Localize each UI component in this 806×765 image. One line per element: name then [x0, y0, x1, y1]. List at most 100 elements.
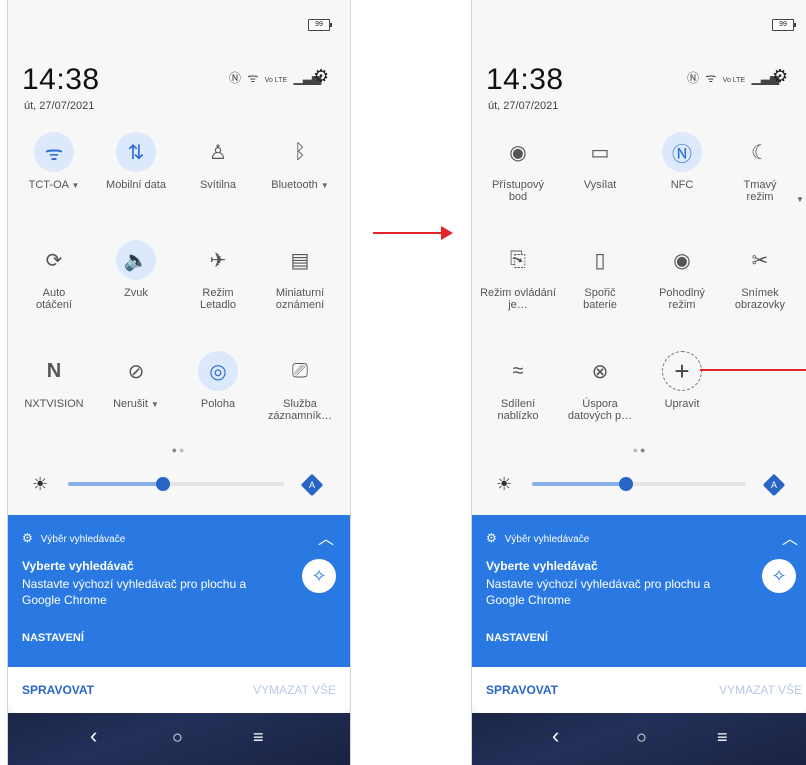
wifi-status-icon: ᯤ	[705, 71, 717, 85]
brightness-fill	[68, 482, 164, 486]
clock: 14:38	[486, 63, 564, 96]
brightness-slider-thumb[interactable]	[619, 477, 634, 491]
brightness-slider-thumb[interactable]	[156, 477, 171, 491]
airplane-icon: ✈	[209, 249, 227, 272]
tile-nearby-share[interactable]: ≈ Sdílení nablízko	[478, 351, 558, 423]
tile-label: Miniaturní oznámení	[275, 287, 325, 311]
battery-icon: 99	[772, 19, 796, 31]
nfc-status-icon: Ⓝ	[687, 71, 700, 85]
settings-gear-icon: ⚙	[486, 531, 497, 545]
tile-label: Upravit	[664, 398, 700, 410]
brightness-slider[interactable]	[532, 482, 746, 486]
tile-nxtvision[interactable]: N NXTVISION	[14, 351, 94, 411]
date: út, 27/07/2021	[24, 100, 95, 112]
settings-gear-icon[interactable]: ⚙	[313, 66, 329, 87]
chevron-up-icon[interactable]: ︿	[318, 525, 334, 549]
notification-actions-bar: SPRAVOVAT VYMAZAT VŠE	[472, 667, 806, 713]
clock: 14:38	[22, 63, 100, 96]
auto-rotate-icon: ⟳	[45, 249, 63, 272]
clear-all-button[interactable]: VYMAZAT VŠE	[719, 683, 802, 697]
lte-status-icon: Vo LTE	[264, 77, 288, 84]
auto-brightness-icon[interactable]: A	[762, 473, 786, 497]
tile-hotspot[interactable]: ◉ Přístupový bod	[478, 132, 558, 204]
manage-button[interactable]: SPRAVOVAT	[22, 683, 94, 697]
flashlight-icon: ♙	[209, 141, 227, 164]
tile-label: Úspora datových p…	[567, 398, 633, 422]
tile-do-not-disturb[interactable]: ⊘ Nerušit ▼	[96, 351, 176, 411]
tile-screenshot[interactable]: ✂ Snímek obrazovky	[720, 240, 800, 312]
home-icon[interactable]: ○	[636, 727, 647, 748]
tile-battery-saver[interactable]: ▯ Spořič baterie	[560, 240, 640, 312]
home-icon[interactable]: ○	[172, 727, 183, 748]
manage-button[interactable]: SPRAVOVAT	[486, 683, 558, 697]
auto-brightness-label: A	[308, 479, 316, 490]
tile-auto-rotate[interactable]: ⟳ Auto otáčení	[14, 240, 94, 312]
brightness-icon: ☀	[32, 474, 49, 494]
recents-icon[interactable]: ≡	[253, 727, 264, 748]
chevron-up-icon[interactable]: ︿	[782, 525, 798, 549]
cast-icon: ▭	[590, 141, 610, 164]
tile-edit[interactable]: + Upravit	[642, 351, 722, 410]
control-mode-icon: ⎘	[510, 248, 526, 271]
tile-label: Sdílení nablízko	[497, 398, 539, 422]
mini-notification-icon: ▤	[290, 249, 310, 272]
moon-icon: ☾	[751, 141, 769, 164]
settings-action-button[interactable]: NASTAVENÍ	[486, 632, 548, 644]
brightness-slider[interactable]	[68, 482, 284, 486]
lte-status-icon: Vo LTE	[722, 77, 746, 84]
notification-app-name: Výběr vyhledávače	[40, 534, 126, 545]
dropdown-caret-icon[interactable]: ▼	[151, 400, 159, 409]
annotation-pointer-line	[700, 369, 806, 371]
tile-sound[interactable]: 🔈 Zvuk	[96, 240, 176, 299]
auto-brightness-icon[interactable]: A	[300, 473, 324, 497]
nxtvision-icon: N	[46, 359, 62, 382]
dropdown-caret-icon[interactable]: ▼	[321, 181, 329, 190]
tile-mobile-data[interactable]: ⇅ Mobilní data	[96, 132, 176, 191]
tile-mini-notifications[interactable]: ▤ Miniaturní oznámení	[260, 240, 340, 312]
tile-label: Poloha	[200, 398, 236, 410]
tile-screen-recorder[interactable]: ⎚ Služba záznamník…	[260, 351, 340, 423]
battery-saver-icon: ▯	[594, 249, 606, 272]
tile-label: Režim ovládání je…	[480, 287, 556, 311]
hotspot-icon: ◉	[509, 141, 527, 164]
date: út, 27/07/2021	[488, 100, 559, 112]
notification-card[interactable]: ⚙ Výběr vyhledávače ︿ Vyberte vyhledávač …	[8, 515, 350, 667]
location-icon: ◎	[198, 351, 238, 391]
tile-comfort-mode[interactable]: ◉ Pohodlný režim	[642, 240, 722, 312]
dropdown-caret-icon[interactable]: ▼	[796, 195, 804, 204]
plus-icon: +	[662, 351, 702, 391]
tile-label: Mobilní data	[106, 179, 166, 191]
tile-nfc[interactable]: Ⓝ NFC	[642, 132, 722, 191]
tile-location[interactable]: ◎ Poloha	[178, 351, 258, 410]
tile-control-mode[interactable]: ⎘ Režim ovládání je…	[478, 240, 558, 312]
back-icon[interactable]: ‹	[90, 723, 97, 749]
speaker-icon: 🔈	[116, 240, 156, 280]
notification-card[interactable]: ⚙ Výběr vyhledávače ︿ Vyberte vyhledávač …	[472, 515, 806, 667]
tile-dark-mode[interactable]: ☾ Tmavý režim	[720, 132, 800, 204]
tile-cast[interactable]: ▭ Vysílat	[560, 132, 640, 192]
tile-label: Přístupový bod	[492, 179, 544, 203]
tile-flashlight[interactable]: ♙ Svítilna	[178, 132, 258, 192]
back-icon[interactable]: ‹	[552, 723, 559, 749]
tile-airplane-mode[interactable]: ✈ Režim Letadlo	[178, 240, 258, 312]
tile-label: Auto otáčení	[35, 287, 73, 311]
screenshot-icon: ✂	[751, 249, 769, 272]
tile-data-saver[interactable]: ⊗ Úspora datových p…	[560, 351, 640, 423]
settings-action-button[interactable]: NASTAVENÍ	[22, 632, 84, 644]
tile-label: Nerušit	[113, 398, 148, 410]
notification-title: Vyberte vyhledávač	[486, 559, 598, 573]
dropdown-caret-icon[interactable]: ▼	[71, 181, 79, 190]
eye-icon: ◉	[673, 249, 691, 272]
clear-all-button[interactable]: VYMAZAT VŠE	[253, 683, 336, 697]
tile-label: Režim Letadlo	[199, 287, 237, 311]
magic-wand-icon: ✧	[302, 559, 336, 593]
magic-wand-icon: ✧	[762, 559, 796, 593]
tile-label: NXTVISION	[24, 398, 84, 410]
recents-icon[interactable]: ≡	[717, 727, 728, 748]
notification-body: Nastavte výchozí vyhledávač pro plochu a…	[22, 577, 247, 607]
do-not-disturb-icon: ⊘	[127, 360, 145, 383]
settings-gear-icon[interactable]: ⚙	[772, 66, 788, 87]
tile-bluetooth[interactable]: ᛒ Bluetooth ▼	[260, 132, 340, 192]
brightness-icon: ☀	[496, 474, 513, 494]
tile-wifi[interactable]: ᯤ TCT-OA ▼	[14, 132, 94, 192]
